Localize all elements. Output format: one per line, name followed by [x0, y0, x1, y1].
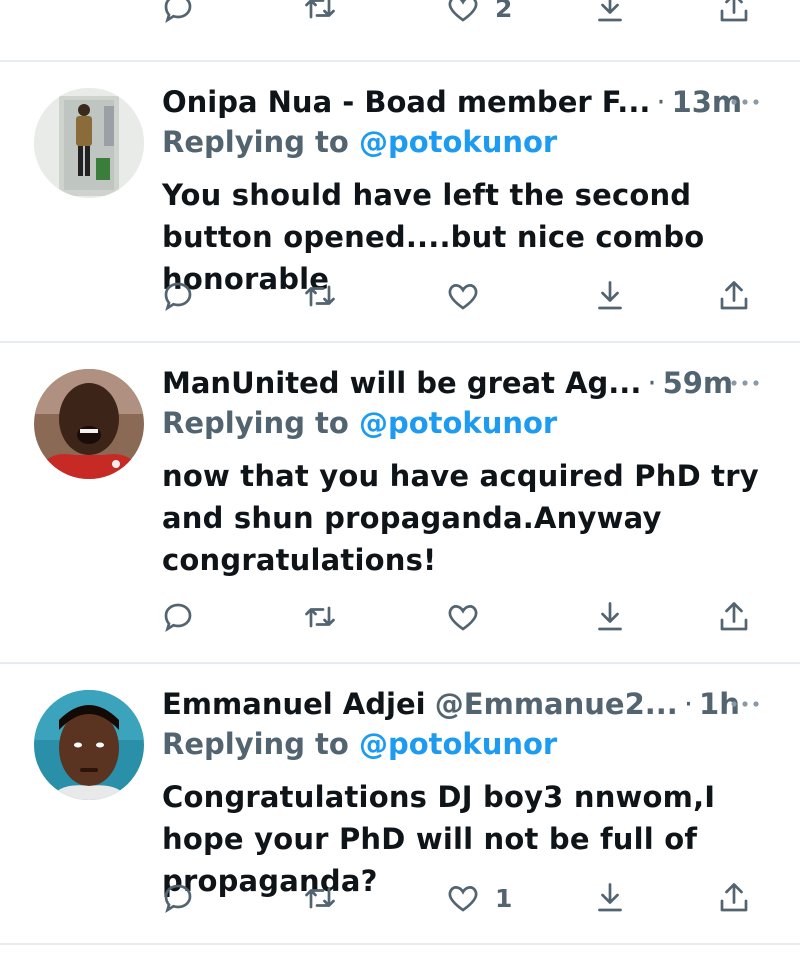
like-button[interactable] [445, 276, 495, 316]
bookmark-button[interactable] [592, 276, 628, 316]
replying-to-label: Replying to [162, 125, 349, 159]
user-handle[interactable]: @Emmanue2... [435, 687, 678, 721]
reply-icon [164, 884, 192, 914]
retweet-button[interactable] [302, 276, 338, 316]
retweet-button[interactable] [302, 878, 338, 918]
retweet-button[interactable] [302, 0, 338, 28]
tweet-reply[interactable]: ManUnited will be great Ag... · 59m Replyi… [0, 363, 800, 663]
separator-dot: · [656, 85, 666, 119]
bookmark-download-icon [598, 281, 622, 310]
more-button[interactable] [730, 694, 760, 713]
more-dots-icon [731, 701, 759, 707]
replying-to-label: Replying to [162, 727, 349, 761]
bookmark-button[interactable] [592, 0, 628, 28]
display-name[interactable]: ManUnited will be great Ag... [162, 366, 641, 400]
replying-to-mention[interactable]: @potokunor [359, 727, 557, 761]
replying-to: Replying to @potokunor [162, 122, 557, 162]
retweet-icon [305, 285, 335, 307]
share-button[interactable] [716, 0, 752, 28]
bookmark-download-icon [598, 0, 622, 22]
heart-icon [448, 0, 478, 22]
share-icon [720, 602, 748, 631]
replying-to: Replying to @potokunor [162, 724, 557, 764]
display-name[interactable]: Onipa Nua - Boad member F... [162, 85, 650, 119]
replying-to-label: Replying to [162, 406, 349, 440]
reply-icon [164, 603, 192, 633]
share-button[interactable] [716, 597, 752, 637]
more-dots-icon [731, 99, 759, 105]
tweet-reply[interactable]: Onipa Nua - Boad member F... · 13m Replyin… [0, 82, 800, 342]
reply-button[interactable] [160, 0, 196, 28]
separator-dot: · [647, 366, 657, 400]
separator-dot: · [683, 687, 694, 721]
bookmark-download-icon [598, 883, 622, 912]
tweet-reply[interactable]: Emmanuel Adjei @Emmanue2... · 1h Replying … [0, 684, 800, 944]
avatar[interactable] [34, 88, 144, 198]
replying-to: Replying to @potokunor [162, 403, 557, 443]
reply-button[interactable] [160, 878, 196, 918]
tweet-header: Emmanuel Adjei @Emmanue2... · 1h [162, 684, 740, 724]
divider [0, 662, 800, 664]
avatar-image [34, 369, 144, 479]
replying-to-mention[interactable]: @potokunor [359, 406, 557, 440]
share-icon [720, 883, 748, 912]
share-icon [720, 281, 748, 310]
tweet-header: Onipa Nua - Boad member F... · 13m [162, 82, 742, 122]
bookmark-button[interactable] [592, 597, 628, 637]
avatar-image [34, 690, 144, 800]
heart-icon [448, 605, 478, 631]
tweet-actions: 1 [0, 878, 800, 918]
more-button[interactable] [730, 373, 760, 392]
timestamp[interactable]: 59m [663, 366, 734, 400]
tweet-actions [0, 276, 800, 316]
like-count: 2 [495, 0, 513, 23]
display-name[interactable]: Emmanuel Adjei [162, 687, 426, 721]
avatar[interactable] [34, 369, 144, 479]
reply-icon [164, 282, 192, 312]
divider [0, 943, 800, 945]
more-button[interactable] [730, 92, 760, 111]
bookmark-download-icon [598, 602, 622, 631]
divider [0, 341, 800, 343]
heart-icon [448, 284, 478, 310]
retweet-icon [305, 606, 335, 628]
divider [0, 60, 800, 62]
replying-to-mention[interactable]: @potokunor [359, 125, 557, 159]
bookmark-button[interactable] [592, 878, 628, 918]
like-button[interactable] [445, 597, 495, 637]
previous-tweet-actions: 2 [0, 0, 800, 62]
reply-icon [164, 0, 192, 24]
tweet-actions [0, 597, 800, 637]
like-count: 1 [495, 883, 513, 913]
more-dots-icon [731, 380, 759, 386]
tweet-text: now that you have acquired PhD try and s… [162, 459, 759, 577]
heart-icon [448, 886, 478, 912]
retweet-icon [305, 0, 335, 19]
share-icon [720, 0, 748, 22]
avatar[interactable] [34, 690, 144, 800]
like-button[interactable]: 2 [445, 0, 512, 28]
reply-button[interactable] [160, 276, 196, 316]
reply-button[interactable] [160, 597, 196, 637]
share-button[interactable] [716, 878, 752, 918]
retweet-icon [305, 887, 335, 909]
like-button[interactable]: 1 [445, 878, 512, 918]
retweet-button[interactable] [302, 597, 338, 637]
share-button[interactable] [716, 276, 752, 316]
tweet-header: ManUnited will be great Ag... · 59m [162, 363, 733, 403]
avatar-image [34, 88, 144, 198]
